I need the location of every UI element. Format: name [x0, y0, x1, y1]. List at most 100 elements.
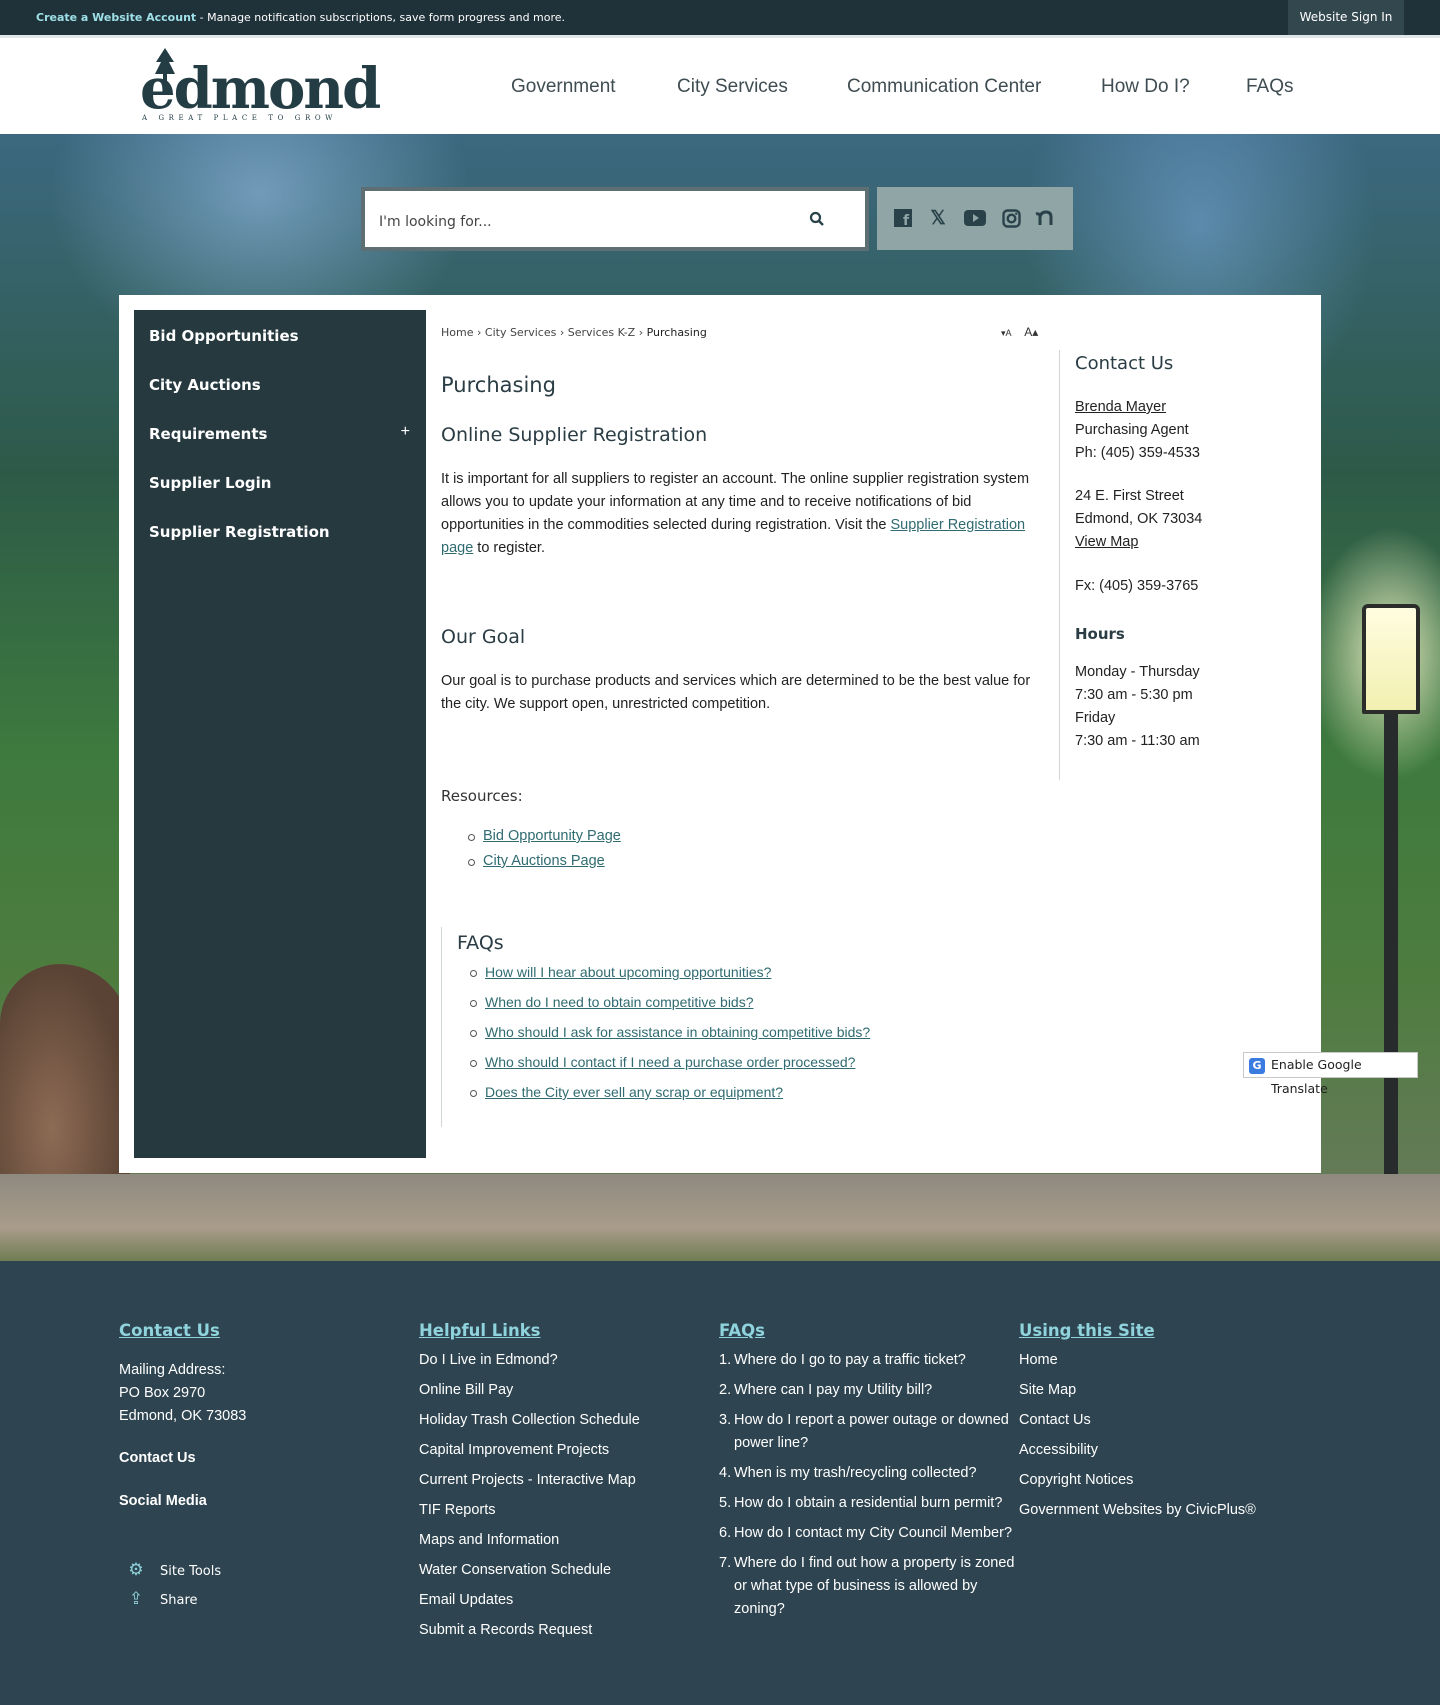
footer-link[interactable]: Site Map: [1019, 1379, 1256, 1402]
sidenav-supplier-registration[interactable]: Supplier Registration: [149, 523, 330, 541]
nextdoor-icon[interactable]: [1034, 207, 1056, 229]
breadcrumb-services-k-z[interactable]: Services K-Z: [568, 326, 635, 339]
breadcrumb-city-services[interactable]: City Services: [485, 326, 556, 339]
share-button[interactable]: ⇪ Share: [126, 1589, 198, 1609]
youtube-icon[interactable]: [964, 207, 986, 229]
mailing-box: PO Box 2970: [119, 1385, 206, 1401]
footer-link[interactable]: Home: [1019, 1349, 1256, 1372]
nav-faqs[interactable]: FAQs: [1246, 76, 1294, 98]
contact-heading: Contact Us: [1075, 353, 1174, 374]
sidenav-bid-opportunities[interactable]: Bid Opportunities: [149, 327, 299, 345]
footer-faq-item[interactable]: 5. How do I obtain a residential burn per…: [719, 1492, 1019, 1515]
footer-link[interactable]: Maps and Information: [419, 1529, 640, 1552]
footer-link[interactable]: Email Updates: [419, 1589, 640, 1612]
search-input[interactable]: I'm looking for...: [379, 214, 492, 230]
nav-communication-center[interactable]: Communication Center: [847, 76, 1041, 98]
search-icon[interactable]: [809, 211, 825, 227]
create-account-link[interactable]: Create a Website Account: [36, 11, 196, 24]
plaza-image: [0, 1174, 1440, 1264]
footer-link[interactable]: Do I Live in Edmond?: [419, 1349, 640, 1372]
sidenav-supplier-login[interactable]: Supplier Login: [149, 474, 271, 492]
footer-using-column: Using this Site Home Site Map Contact Us…: [1019, 1321, 1256, 1529]
sign-in-button[interactable]: Website Sign In: [1288, 0, 1404, 35]
decrease-font-button[interactable]: ▾A: [1001, 328, 1012, 338]
footer-faq-item[interactable]: 4. When is my trash/recycling collected?: [719, 1462, 1019, 1485]
footer-faq-item[interactable]: 7. Where do I find out how a property is …: [719, 1552, 1019, 1621]
hours-line: Monday - Thursday: [1075, 664, 1200, 680]
x-icon[interactable]: 𝕏: [927, 207, 949, 229]
list-item: When do I need to obtain competitive bid…: [470, 994, 945, 1024]
sidenav-city-auctions[interactable]: City Auctions: [149, 376, 261, 394]
contact-name-link[interactable]: Brenda Mayer: [1075, 399, 1166, 415]
footer-link[interactable]: TIF Reports: [419, 1499, 640, 1522]
goal-text: Our goal is to purchase products and ser…: [441, 673, 1031, 712]
footer-faq-item[interactable]: 6. How do I contact my City Council Membe…: [719, 1522, 1019, 1545]
site-tools-label: Site Tools: [160, 1564, 222, 1579]
sidenav-requirements[interactable]: Requirements: [149, 425, 267, 443]
nav-city-services[interactable]: City Services: [677, 76, 788, 98]
footer-contact-link[interactable]: Contact Us: [119, 1447, 246, 1470]
increase-font-button[interactable]: A▴: [1024, 325, 1038, 339]
faq-link[interactable]: How will I hear about upcoming opportuni…: [485, 964, 771, 980]
expand-requirements-icon[interactable]: +: [401, 423, 410, 441]
footer-link[interactable]: Current Projects - Interactive Map: [419, 1469, 640, 1492]
footer-faq-item[interactable]: 2. Where can I pay my Utility bill?: [719, 1379, 1019, 1402]
faq-link[interactable]: Does the City ever sell any scrap or equ…: [485, 1084, 783, 1100]
list-item: Bid Opportunity Page: [468, 828, 621, 844]
footer-link[interactable]: Copyright Notices: [1019, 1469, 1256, 1492]
breadcrumb-current: Purchasing: [646, 326, 707, 339]
footer-contact-column: Contact Us Mailing Address: PO Box 2970 …: [119, 1321, 246, 1520]
footer-link[interactable]: Capital Improvement Projects: [419, 1439, 640, 1462]
faq-link[interactable]: Who should I contact if I need a purchas…: [485, 1054, 855, 1070]
footer-link[interactable]: Accessibility: [1019, 1439, 1256, 1462]
account-message: Create a Website Account - Manage notifi…: [36, 11, 565, 24]
faqs-widget: FAQs How will I hear about upcoming oppo…: [441, 927, 961, 1127]
footer-faqs-heading[interactable]: FAQs: [719, 1321, 1019, 1340]
gear-icon: ⚙: [128, 1560, 144, 1580]
faqs-heading: FAQs: [457, 932, 504, 954]
contact-role: Purchasing Agent: [1075, 422, 1189, 438]
list-item: How will I hear about upcoming opportuni…: [470, 964, 945, 994]
breadcrumb-separator: ›: [638, 326, 644, 339]
footer-faq-item[interactable]: 1. Where do I go to pay a traffic ticket?: [719, 1349, 1019, 1372]
site-tools-button[interactable]: ⚙ Site Tools: [126, 1560, 221, 1580]
faq-link[interactable]: Who should I ask for assistance in obtai…: [485, 1024, 870, 1040]
hours-line: 7:30 am - 5:30 pm: [1075, 687, 1193, 703]
instagram-icon[interactable]: [1000, 207, 1022, 229]
google-translate-button[interactable]: G Enable Google Translate: [1243, 1052, 1418, 1096]
footer-faq-item[interactable]: 3. How do I report a power outage or down…: [719, 1409, 1019, 1455]
city-auctions-link[interactable]: City Auctions Page: [483, 853, 605, 869]
faq-link[interactable]: When do I need to obtain competitive bid…: [485, 994, 754, 1010]
main-nav: Government City Services Communication C…: [0, 38, 1440, 137]
breadcrumb-home[interactable]: Home: [441, 326, 473, 339]
resources-list: Bid Opportunity Page City Auctions Page: [468, 828, 621, 878]
breadcrumb: Home › City Services › Services K-Z › Pu…: [441, 326, 707, 339]
nav-government[interactable]: Government: [511, 76, 616, 98]
footer-link[interactable]: Contact Us: [1019, 1409, 1256, 1432]
faqs-list: How will I hear about upcoming opportuni…: [470, 964, 945, 1114]
page-title: Purchasing: [441, 373, 556, 397]
footer-helpful-heading[interactable]: Helpful Links: [419, 1321, 640, 1340]
facebook-icon[interactable]: f: [892, 207, 914, 229]
breadcrumb-separator: ›: [559, 326, 565, 339]
footer-link[interactable]: Submit a Records Request: [419, 1619, 640, 1642]
view-map-link[interactable]: View Map: [1075, 534, 1138, 550]
footer-contact-heading[interactable]: Contact Us: [119, 1321, 246, 1340]
bid-opportunity-link[interactable]: Bid Opportunity Page: [483, 828, 621, 844]
google-translate-icon: G: [1249, 1058, 1265, 1074]
contact-fax: Fx: (405) 359-3765: [1075, 578, 1199, 594]
font-size-controls: ▾A A▴: [1001, 325, 1038, 339]
list-item: Who should I contact if I need a purchas…: [470, 1054, 945, 1084]
footer-link[interactable]: Holiday Trash Collection Schedule: [419, 1409, 640, 1432]
resources-heading: Resources:: [441, 787, 523, 805]
footer-link[interactable]: Water Conservation Schedule: [419, 1559, 640, 1582]
footer-link[interactable]: Online Bill Pay: [419, 1379, 640, 1402]
footer-using-heading[interactable]: Using this Site: [1019, 1321, 1256, 1340]
mailing-label: Mailing Address:: [119, 1362, 226, 1378]
footer-social-link[interactable]: Social Media: [119, 1490, 246, 1513]
footer-link[interactable]: Government Websites by CivicPlus®: [1019, 1499, 1256, 1522]
nav-how-do-i[interactable]: How Do I?: [1101, 76, 1190, 98]
contact-address-2: Edmond, OK 73034: [1075, 511, 1203, 527]
contact-sidebar: Contact Us Brenda Mayer Purchasing Agent…: [1059, 350, 1289, 780]
search-box[interactable]: I'm looking for...: [361, 187, 869, 251]
